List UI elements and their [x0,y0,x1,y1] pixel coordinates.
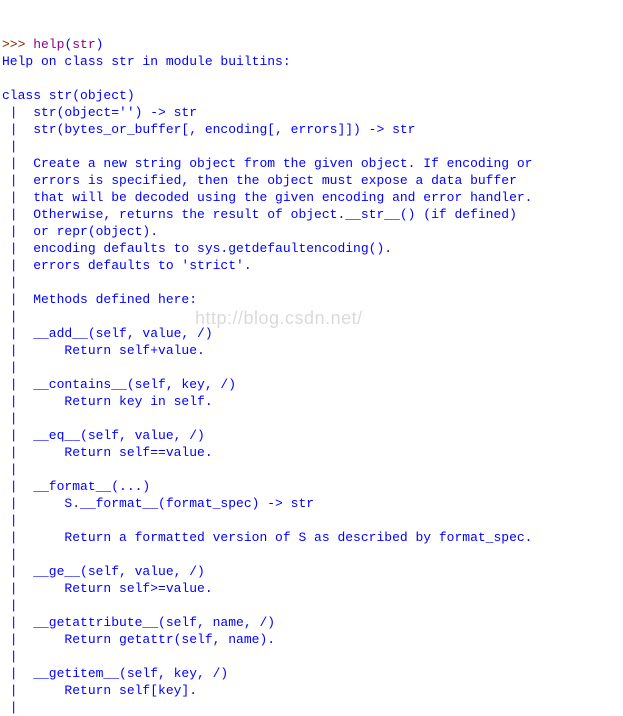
python-prompt: >>> [2,37,33,52]
pipe-blank: | [2,547,33,562]
method-getitem: | __getitem__(self, key, /) [2,666,228,681]
method-eq: | __eq__(self, value, /) [2,428,205,443]
method-add-doc: | Return self+value. [2,343,205,358]
help-arg: str [72,37,95,52]
pipe-blank: | [2,139,33,154]
method-eq-doc: | Return self==value. [2,445,213,460]
help-fn: help [33,37,64,52]
method-ge-doc: | Return self>=value. [2,581,213,596]
method-contains: | __contains__(self, key, /) [2,377,236,392]
pipe-blank: | [2,598,33,613]
method-format-doc: | Return a formatted version of S as des… [2,530,533,545]
pipe-blank: | [2,700,33,715]
method-contains-doc: | Return key in self. [2,394,213,409]
methods-header: | Methods defined here: [2,292,197,307]
watermark-text: http://blog.csdn.net/ [195,310,363,327]
doc-line: | or repr(object). [2,224,158,239]
method-getattribute-doc: | Return getattr(self, name). [2,632,275,647]
pipe-blank: | [2,275,33,290]
method-add: | __add__(self, value, /) [2,326,213,341]
pipe-blank: | [2,411,33,426]
doc-line: | Create a new string object from the gi… [2,156,533,171]
signature-2: | str(bytes_or_buffer[, encoding[, error… [2,122,415,137]
pipe-blank: | [2,513,64,528]
pipe-blank: | [2,309,33,324]
signature-1: | str(object='') -> str [2,105,197,120]
method-format: | __format__(...) [2,479,150,494]
doc-line: | that will be decoded using the given e… [2,190,533,205]
paren-close: ) [96,37,104,52]
help-header: Help on class str in module builtins: [2,54,291,69]
pipe-blank: | [2,649,33,664]
method-getattribute: | __getattribute__(self, name, /) [2,615,275,630]
class-decl: class str(object) [2,88,135,103]
pipe-blank: | [2,462,33,477]
doc-line: | encoding defaults to sys.getdefaultenc… [2,241,392,256]
method-getitem-doc: | Return self[key]. [2,683,197,698]
doc-line: | errors defaults to 'strict'. [2,258,252,273]
method-format-sig: | S.__format__(format_spec) -> str [2,496,314,511]
method-ge: | __ge__(self, value, /) [2,564,205,579]
doc-line: | errors is specified, then the object m… [2,173,517,188]
doc-line: | Otherwise, returns the result of objec… [2,207,517,222]
pipe-blank: | [2,360,33,375]
